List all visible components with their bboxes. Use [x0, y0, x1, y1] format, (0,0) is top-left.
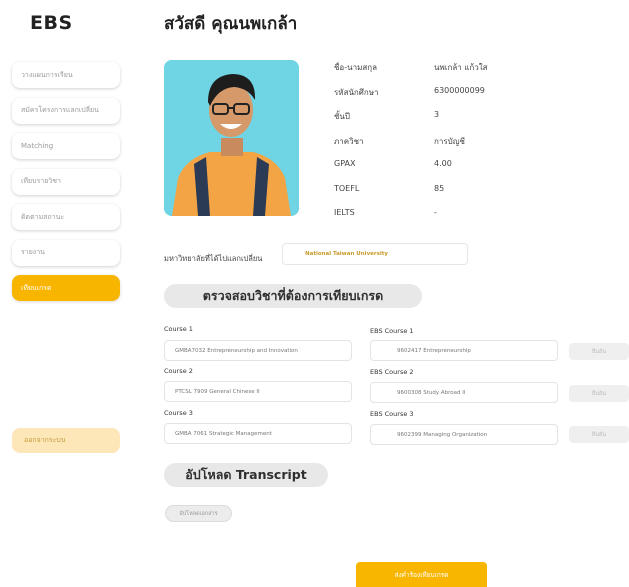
- logout-button[interactable]: ออกจากระบบ: [12, 428, 120, 453]
- info-row: ชั้นปี 3: [334, 110, 488, 135]
- info-row: TOEFL 85: [334, 184, 488, 209]
- info-value-student-id: 6300000099: [434, 85, 485, 95]
- app-logo: EBS: [30, 12, 73, 34]
- ebs-course-1-label: EBS Course 1: [370, 327, 414, 335]
- ebs-course-2-label: EBS Course 2: [370, 368, 414, 376]
- sidebar-item-course-compare[interactable]: เทียบรายวิชา: [12, 168, 120, 195]
- exchange-university-field[interactable]: National Taiwan University: [282, 243, 468, 265]
- submit-grade-transfer-button[interactable]: ส่งคำร้องเทียบเกรด: [356, 562, 487, 587]
- course-1-field[interactable]: GMBA7032 Entrepreneurship and Innovation: [164, 340, 352, 361]
- ebs-course-2-field[interactable]: 9600308 Study Abroad II: [370, 382, 558, 403]
- info-row: ภาควิชา การบัญชี: [334, 135, 488, 160]
- info-label-gpax: GPAX: [334, 159, 356, 168]
- confirm-course-2-button[interactable]: ยืนยัน: [569, 385, 629, 402]
- student-info: ชื่อ-นามสกุล นพเกล้า แก้วใส รหัสนักศึกษา…: [334, 61, 488, 233]
- info-value-name: นพเกล้า แก้วใส: [434, 63, 488, 72]
- info-label-department: ภาควิชา: [334, 136, 364, 146]
- upload-transcript-heading: อัปโหลด Transcript: [164, 463, 328, 487]
- info-row: ชื่อ-นามสกุล นพเกล้า แก้วใส: [334, 61, 488, 86]
- info-row: GPAX 4.00: [334, 159, 488, 184]
- confirm-course-3-button[interactable]: ยืนยัน: [569, 426, 629, 443]
- info-label-student-id: รหัสนักศึกษา: [334, 87, 379, 97]
- info-label-name: ชื่อ-นามสกุล: [334, 63, 377, 72]
- sidebar-item-grade-transfer[interactable]: เทียบเกรด: [12, 275, 120, 301]
- ebs-course-1-field[interactable]: 9602417 Entrepreneurship: [370, 340, 558, 361]
- info-value-gpax: 4.00: [434, 159, 452, 168]
- info-label-ielts: IELTS: [334, 208, 355, 217]
- sidebar-item-report[interactable]: รายงาน: [12, 239, 120, 266]
- sidebar-item-status[interactable]: ติดตามสถานะ: [12, 204, 120, 230]
- info-value-toefl: 85: [434, 183, 445, 193]
- sidebar-item-study-plan[interactable]: วางแผนการเรียน: [12, 62, 120, 88]
- sidebar-item-matching[interactable]: Matching: [12, 133, 120, 159]
- info-value-year: 3: [434, 110, 440, 119]
- exchange-university-label: มหาวิทยาลัยที่ได้ไปแลกเปลี่ยน: [164, 254, 263, 263]
- sidebar: วางแผนการเรียน สมัครโครงการแลกเปลี่ยน Ma…: [12, 62, 120, 311]
- info-value-ielts: -: [434, 208, 437, 217]
- info-label-toefl: TOEFL: [334, 183, 360, 193]
- confirm-course-1-button[interactable]: ยืนยัน: [569, 343, 629, 360]
- info-row: IELTS -: [334, 208, 488, 233]
- course-2-field[interactable]: PTCSL 7909 General Chinese II: [164, 381, 352, 402]
- info-label-year: ชั้นปี: [334, 112, 350, 121]
- check-courses-heading: ตรวจสอบวิชาที่ต้องการเทียบเกรด: [164, 284, 422, 308]
- upload-document-button[interactable]: อัปโหลดเอกสาร: [165, 505, 232, 522]
- profile-photo: [164, 60, 299, 216]
- course-1-label: Course 1: [164, 325, 193, 333]
- course-2-label: Course 2: [164, 367, 193, 375]
- ebs-course-3-field[interactable]: 9602399 Managing Organization: [370, 424, 558, 445]
- info-value-department: การบัญชี: [434, 136, 465, 146]
- page-title: สวัสดี คุณนพเกล้า: [164, 14, 298, 34]
- ebs-course-3-label: EBS Course 3: [370, 410, 414, 418]
- sidebar-item-apply-exchange[interactable]: สมัครโครงการแลกเปลี่ยน: [12, 97, 120, 124]
- course-3-label: Course 3: [164, 409, 193, 417]
- info-row: รหัสนักศึกษา 6300000099: [334, 86, 488, 111]
- course-3-field[interactable]: GMBA 7061 Strategic Management: [164, 423, 352, 444]
